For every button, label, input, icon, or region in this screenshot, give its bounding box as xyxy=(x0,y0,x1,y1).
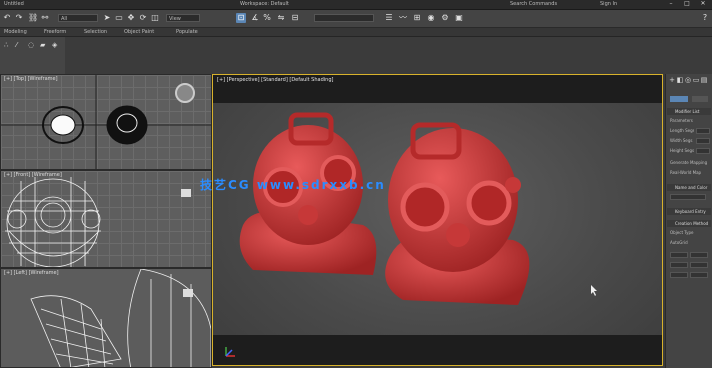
panel-row-width-segs: Width Segs xyxy=(670,138,693,143)
object-type-button-6[interactable] xyxy=(690,272,708,278)
selection-filter-dropdown[interactable]: All xyxy=(58,14,98,22)
move-icon[interactable]: ✥ xyxy=(126,13,136,23)
height-segs-field[interactable] xyxy=(696,148,710,154)
border-icon[interactable]: ◌ xyxy=(28,41,34,49)
panel-row-autogrid[interactable]: AutoGrid xyxy=(670,240,710,246)
helmet-left xyxy=(239,112,377,275)
mouse-cursor-icon xyxy=(591,285,597,296)
modify-tab-icon[interactable]: ◧ xyxy=(676,76,684,84)
material-editor-icon[interactable]: ◉ xyxy=(426,13,436,23)
main-toolbar: ↶ ↷ ⛓ ⚯ All ➤ ▭ ✥ ⟳ ◫ View ⊡ ∡ % ⇋ ⊟ ☰ 〰… xyxy=(0,10,712,28)
watermark-text: 技艺CG www.sdrxxb.cn xyxy=(200,178,386,192)
snaps-toggle-icon[interactable]: ⊡ xyxy=(236,13,246,23)
polygon-modeling-panel: ∴ ⁄ ◌ ▰ ◈ xyxy=(0,37,65,74)
edge-icon[interactable]: ⁄ xyxy=(16,41,17,49)
layer-icon[interactable]: ☰ xyxy=(384,13,394,23)
panel-row-real-world-map[interactable]: Real-World Map xyxy=(670,170,710,176)
workspace-selector[interactable]: Workspace: Default xyxy=(240,1,289,8)
object-type-button-4[interactable] xyxy=(690,262,708,268)
search-commands[interactable]: Search Commands xyxy=(510,1,557,8)
ribbon-tab-populate[interactable]: Populate xyxy=(176,28,198,36)
angle-snap-icon[interactable]: ∡ xyxy=(250,13,260,23)
front-view-wireframe xyxy=(5,177,191,267)
command-panel: + ◧ ◎ ▭ ▤ Modifier List Parameters Lengt… xyxy=(665,74,712,368)
align-icon[interactable]: ⊟ xyxy=(290,13,300,23)
panel-row-length-segs: Length Segs xyxy=(670,128,694,133)
shapes-button[interactable] xyxy=(692,96,708,102)
create-tab-icon[interactable]: + xyxy=(668,76,676,84)
axis-gizmo-icon xyxy=(225,347,235,357)
undo-icon[interactable]: ↶ xyxy=(2,13,12,23)
length-segs-field[interactable] xyxy=(696,128,710,134)
panel-row-generate-mapping[interactable]: Generate Mapping xyxy=(670,160,710,166)
close-icon[interactable]: ✕ xyxy=(696,0,710,8)
viewcube-icon[interactable] xyxy=(175,83,195,103)
sign-in-link[interactable]: Sign In xyxy=(600,1,617,8)
panel-row-parameters: Parameters xyxy=(670,118,693,123)
front-viewport[interactable]: [+] [Front] [Wireframe] xyxy=(0,170,212,268)
unlink-icon[interactable]: ⚯ xyxy=(40,13,50,23)
left-viewport[interactable]: [+] [Left] [Wireframe] xyxy=(0,268,212,368)
object-type-button-3[interactable] xyxy=(670,262,688,268)
hierarchy-tab-icon[interactable]: ◎ xyxy=(684,76,692,84)
modifier-list-header[interactable]: Modifier List xyxy=(667,108,711,115)
title-bar: Untitled Workspace: Default Search Comma… xyxy=(0,0,712,10)
top-viewport[interactable]: [+] [Top] [Wireframe] xyxy=(0,74,212,170)
percent-snap-icon[interactable]: % xyxy=(262,13,272,23)
panel-row-object-type: Object Type xyxy=(670,230,694,235)
display-tab-icon[interactable]: ▤ xyxy=(700,76,708,84)
select-object-icon[interactable]: ➤ xyxy=(102,13,112,23)
object-type-button-5[interactable] xyxy=(670,272,688,278)
diving-helmets-model[interactable] xyxy=(213,75,663,366)
left-view-wireframe xyxy=(30,269,211,367)
help-icon[interactable]: ? xyxy=(700,13,710,23)
render-icon[interactable]: ▣ xyxy=(454,13,464,23)
width-segs-field[interactable] xyxy=(696,138,710,144)
maximize-icon[interactable]: □ xyxy=(680,0,694,8)
ribbon-tab-modeling[interactable]: Modeling xyxy=(4,28,27,36)
minimize-icon[interactable]: – xyxy=(664,0,678,8)
object-type-button-1[interactable] xyxy=(670,252,688,258)
perspective-viewport[interactable]: [+] [Perspective] [Standard] [Default Sh… xyxy=(212,74,663,366)
scale-icon[interactable]: ◫ xyxy=(150,13,160,23)
named-selection-dropdown[interactable] xyxy=(314,14,374,22)
ribbon-tab-selection[interactable]: Selection xyxy=(84,28,107,36)
ribbon-tab-object-paint[interactable]: Object Paint xyxy=(124,28,154,36)
rotate-icon[interactable]: ⟳ xyxy=(138,13,148,23)
motion-tab-icon[interactable]: ▭ xyxy=(692,76,700,84)
object-type-button-2[interactable] xyxy=(690,252,708,258)
helmet-right xyxy=(385,122,530,305)
file-tab[interactable]: Untitled xyxy=(4,1,24,8)
vertex-icon[interactable]: ∴ xyxy=(4,41,8,49)
element-icon[interactable]: ◈ xyxy=(52,41,57,49)
reference-coordinate-dropdown[interactable]: View xyxy=(166,14,200,22)
keyboard-entry-header[interactable]: Keyboard Entry xyxy=(667,208,711,215)
object-name-field[interactable] xyxy=(670,194,706,200)
polygon-icon[interactable]: ▰ xyxy=(40,41,45,49)
ribbon-tab-freeform[interactable]: Freeform xyxy=(44,28,66,36)
ribbon-bar: Modeling Freeform Selection Object Paint… xyxy=(0,28,712,37)
mirror-icon[interactable]: ⇋ xyxy=(276,13,286,23)
curve-editor-icon[interactable]: 〰 xyxy=(398,13,408,23)
schematic-view-icon[interactable]: ⊞ xyxy=(412,13,422,23)
creation-method-header[interactable]: Creation Method xyxy=(667,220,711,227)
render-setup-icon[interactable]: ⚙ xyxy=(440,13,450,23)
geometry-button[interactable] xyxy=(670,96,688,102)
link-icon[interactable]: ⛓ xyxy=(28,13,38,23)
redo-icon[interactable]: ↷ xyxy=(14,13,24,23)
select-region-icon[interactable]: ▭ xyxy=(114,13,124,23)
panel-row-height-segs: Height Segs xyxy=(670,148,694,153)
name-color-header[interactable]: Name and Color xyxy=(667,184,711,191)
